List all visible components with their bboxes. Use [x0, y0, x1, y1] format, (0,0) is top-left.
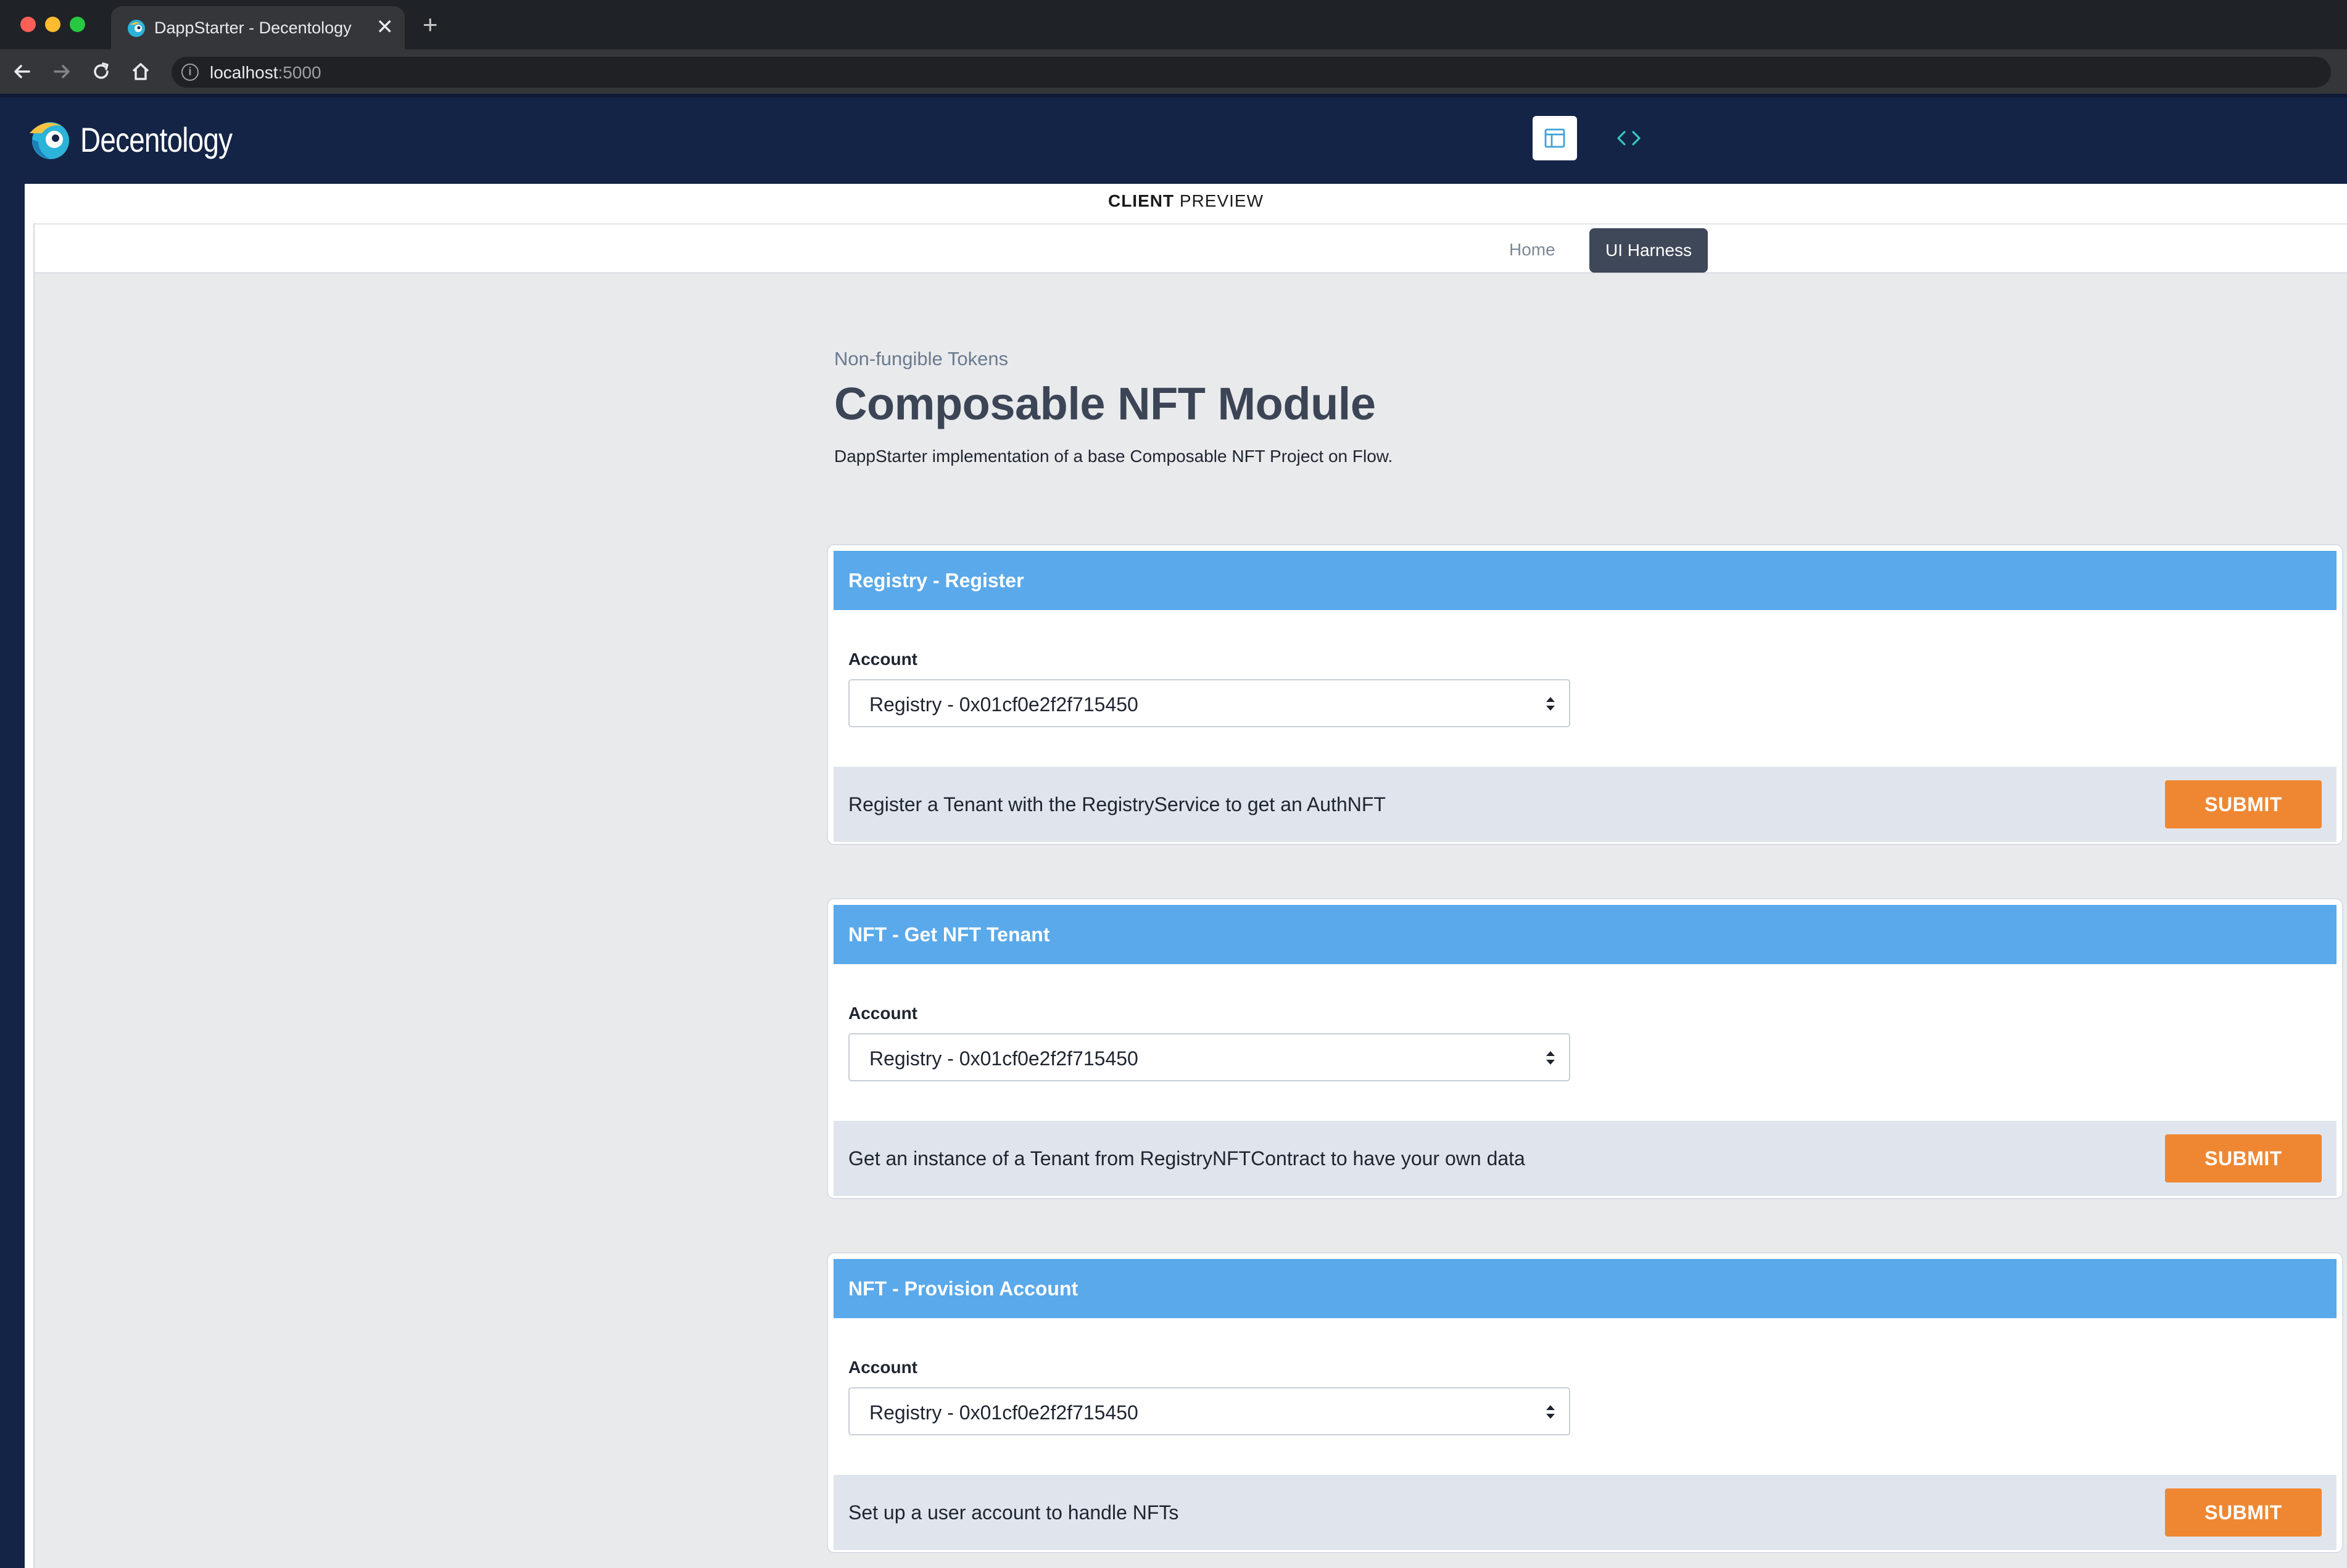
page-content: Non-fungible Tokens Composable NFT Modul… [35, 274, 2347, 1568]
account-select[interactable]: Registry - 0x01cf0e2f2f715450 [848, 1033, 1570, 1081]
home-icon[interactable] [125, 56, 157, 88]
submit-button[interactable]: SUBMIT [2165, 1488, 2322, 1537]
app-header: Decentology [0, 97, 2347, 184]
close-tab-icon[interactable]: ✕ [376, 15, 394, 39]
browser-tab-bar: DappStarter - Decentology ✕ + [0, 0, 2347, 49]
page-eyebrow: Non-fungible Tokens [834, 348, 1009, 369]
account-select[interactable]: Registry - 0x01cf0e2f2f715450 [848, 679, 1570, 727]
select-arrows-icon [1546, 697, 1555, 711]
action-card-registry-register: Registry - Register Account Registry - 0… [828, 545, 2342, 844]
layout-preview-icon [1544, 128, 1565, 148]
card-action-description: Set up a user account to handle NFTs [848, 1501, 1179, 1524]
tab-title: DappStarter - Decentology [154, 19, 352, 37]
card-footer: Set up a user account to handle NFTs SUB… [834, 1475, 2337, 1550]
reload-icon[interactable] [85, 56, 117, 88]
action-card-get-nft-tenant: NFT - Get NFT Tenant Account Registry - … [828, 899, 2342, 1198]
address-bar-url: localhost:5000 [210, 63, 321, 82]
new-tab-button[interactable]: + [423, 11, 438, 38]
browser-tab-active[interactable]: DappStarter - Decentology ✕ [111, 6, 405, 49]
info-icon[interactable]: i [181, 64, 199, 81]
account-label: Account [848, 1358, 917, 1377]
action-card-provision-account: NFT - Provision Account Account Registry… [828, 1253, 2342, 1552]
card-footer: Register a Tenant with the RegistryServi… [834, 767, 2337, 842]
card-header: NFT - Provision Account [834, 1259, 2337, 1318]
card-header: Registry - Register [834, 551, 2337, 610]
decentology-logo[interactable]: Decentology [25, 115, 265, 164]
preview-toggle-button[interactable] [1533, 116, 1577, 160]
code-brackets-icon [1617, 131, 1641, 146]
preview-viewport: Home UI Harness Non-fungible Tokens Comp… [33, 223, 2347, 1568]
decentology-bird-icon [30, 122, 69, 159]
logo-text: Decentology [80, 120, 233, 159]
decentology-favicon-icon [126, 19, 146, 38]
account-select-value: Registry - 0x01cf0e2f2f715450 [869, 1047, 1138, 1070]
card-title: Registry - Register [848, 569, 1024, 592]
card-action-description: Register a Tenant with the RegistryServi… [848, 793, 1386, 815]
card-header: NFT - Get NFT Tenant [834, 905, 2337, 964]
account-select-value: Registry - 0x01cf0e2f2f715450 [869, 1401, 1138, 1424]
submit-button[interactable]: SUBMIT [2165, 1134, 2322, 1182]
client-preview-frame: CLIENT PREVIEW Home UI Harness Non-fungi… [25, 184, 2347, 1568]
page-title: Composable NFT Module [834, 378, 1376, 429]
card-footer: Get an instance of a Tenant from Registr… [834, 1121, 2337, 1196]
window-close-button[interactable] [20, 17, 36, 32]
account-label: Account [848, 1004, 917, 1023]
dapp-nav-bar: Home UI Harness [35, 223, 2347, 274]
page-description: DappStarter implementation of a base Com… [834, 447, 1393, 466]
account-select-value: Registry - 0x01cf0e2f2f715450 [869, 693, 1138, 716]
client-preview-label: CLIENT PREVIEW [1107, 191, 1264, 210]
submit-button[interactable]: SUBMIT [2165, 780, 2322, 828]
select-arrows-icon [1546, 1051, 1555, 1065]
code-view-button[interactable] [1607, 116, 1651, 160]
card-title: NFT - Get NFT Tenant [848, 923, 1050, 946]
window-maximize-button[interactable] [70, 17, 85, 32]
nav-home-link[interactable]: Home [1496, 233, 1569, 266]
account-select[interactable]: Registry - 0x01cf0e2f2f715450 [848, 1387, 1570, 1435]
select-arrows-icon [1546, 1405, 1555, 1419]
browser-toolbar: i localhost:5000 [0, 49, 2347, 94]
card-action-description: Get an instance of a Tenant from Registr… [848, 1147, 1525, 1170]
address-bar[interactable]: i localhost:5000 [172, 57, 2331, 88]
window-minimize-button[interactable] [45, 17, 60, 32]
card-title: NFT - Provision Account [848, 1277, 1078, 1300]
arrow-left-icon[interactable] [6, 56, 38, 88]
nav-ui-harness-tab[interactable]: UI Harness [1589, 228, 1708, 273]
arrow-right-icon[interactable] [46, 56, 78, 88]
account-label: Account [848, 650, 917, 669]
